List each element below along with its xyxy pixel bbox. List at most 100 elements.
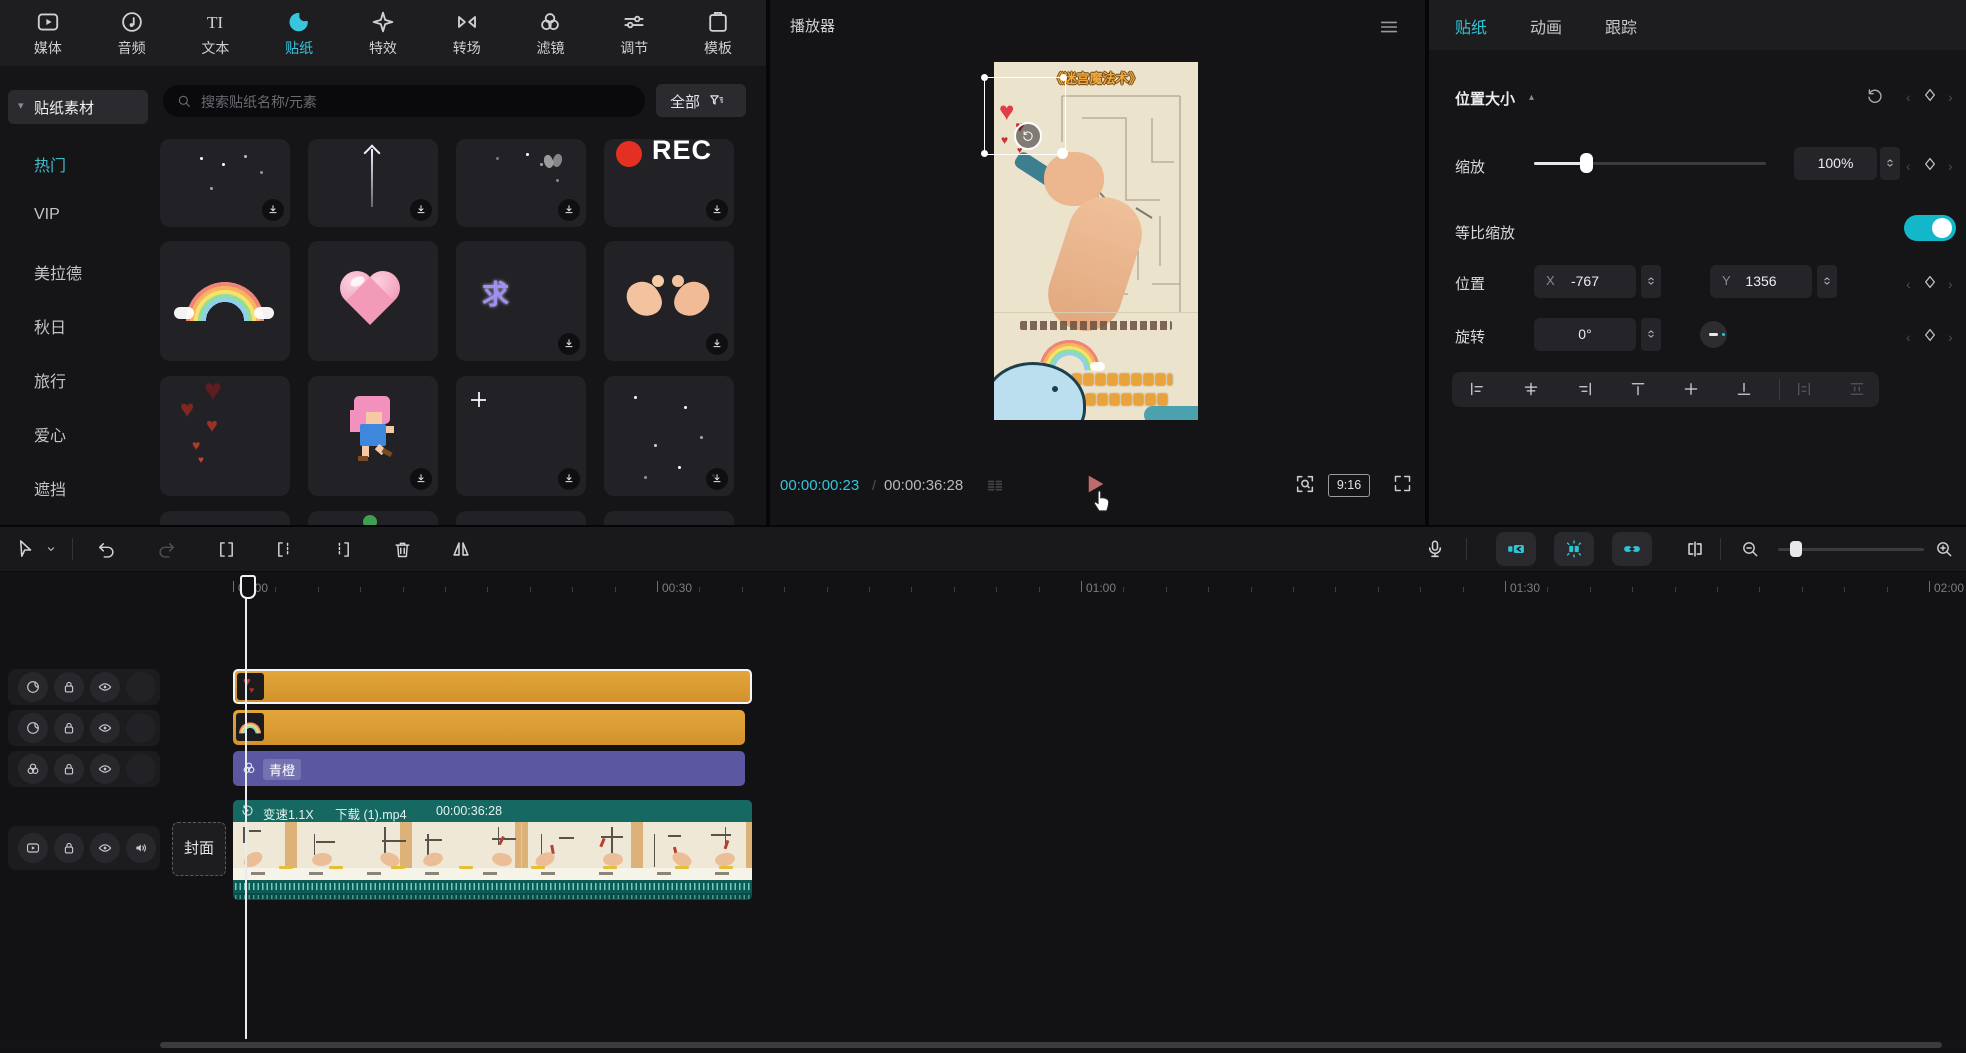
- lock-track-button[interactable]: [54, 713, 84, 743]
- toolbar-item-text[interactable]: TI文本: [201, 9, 229, 58]
- toolbar-item-audio[interactable]: 音频: [118, 9, 146, 58]
- sticker-track-icon[interactable]: [18, 672, 48, 702]
- position-y-stepper[interactable]: [1817, 265, 1837, 298]
- keyframe-prev-icon[interactable]: ‹: [1906, 330, 1911, 344]
- keyframe-diamond-icon[interactable]: [1921, 86, 1939, 104]
- mute-track-button[interactable]: [126, 833, 156, 863]
- auto-highlight-button[interactable]: [1554, 532, 1594, 566]
- split-button[interactable]: [216, 539, 237, 560]
- toolbar-item-transition[interactable]: 转场: [453, 9, 481, 58]
- toolbar-item-effects[interactable]: 特效: [369, 9, 397, 58]
- sticker-tile-partial[interactable]: [308, 511, 438, 525]
- scale-stepper[interactable]: [1880, 147, 1900, 180]
- sidebar-category-4[interactable]: 秋日: [34, 314, 66, 338]
- sidebar-category-5[interactable]: 旅行: [34, 368, 66, 392]
- reset-button[interactable]: [1865, 86, 1885, 106]
- sparkle-dots-sticker[interactable]: [160, 139, 290, 227]
- distribute-horizontal-button[interactable]: [1795, 380, 1813, 398]
- align-right-button[interactable]: [1576, 380, 1594, 398]
- tab-tracking[interactable]: 跟踪: [1605, 14, 1637, 38]
- keyframe-next-icon[interactable]: ›: [1948, 330, 1953, 344]
- sidebar-category-1[interactable]: 热门: [34, 152, 66, 176]
- rec-recording-sticker[interactable]: REC: [604, 139, 734, 227]
- lock-track-button[interactable]: [54, 754, 84, 784]
- player-menu-icon[interactable]: [1378, 16, 1400, 38]
- align-vertical-center-button[interactable]: [1682, 380, 1700, 398]
- frame-grid-icon[interactable]: [983, 475, 1007, 497]
- timeline-zoom-in-button[interactable]: [1934, 539, 1954, 559]
- download-icon[interactable]: [558, 333, 580, 355]
- keyframe-prev-icon[interactable]: ‹: [1906, 90, 1911, 104]
- select-tool-button[interactable]: [14, 538, 36, 560]
- toolbar-item-template[interactable]: 模板: [704, 9, 732, 58]
- keyframe-diamond-icon[interactable]: [1921, 273, 1939, 291]
- sticker-track-icon[interactable]: [18, 713, 48, 743]
- split-keep-left-button[interactable]: [274, 539, 295, 560]
- download-icon[interactable]: [262, 199, 284, 221]
- position-y-input[interactable]: Y 1356: [1710, 265, 1812, 298]
- split-keep-right-button[interactable]: [332, 539, 353, 560]
- scrollbar-thumb[interactable]: [160, 1042, 1942, 1048]
- sidebar-category-6[interactable]: 爱心: [34, 422, 66, 446]
- download-icon[interactable]: [706, 333, 728, 355]
- distribute-vertical-button[interactable]: [1848, 380, 1866, 398]
- download-icon[interactable]: [558, 199, 580, 221]
- tab-animation[interactable]: 动画: [1530, 14, 1562, 38]
- record-voiceover-button[interactable]: [1424, 538, 1446, 560]
- toolbar-item-sticker[interactable]: 贴纸: [285, 9, 313, 58]
- meteor-arrow-sticker[interactable]: [308, 139, 438, 227]
- selection-handle[interactable]: [981, 150, 988, 157]
- align-left-button[interactable]: [1468, 380, 1486, 398]
- sticker-tile-partial[interactable]: [456, 511, 586, 525]
- sticker-clip-selected[interactable]: ♥ ♥: [233, 669, 752, 704]
- position-x-input[interactable]: X -767: [1534, 265, 1636, 298]
- keyframe-next-icon[interactable]: ›: [1948, 159, 1953, 173]
- selection-handle[interactable]: [1057, 148, 1068, 159]
- toggle-visibility-button[interactable]: [90, 672, 120, 702]
- pixel-girl-sticker[interactable]: [308, 376, 438, 496]
- keyframe-next-icon[interactable]: ›: [1948, 277, 1953, 291]
- aspect-ratio-button[interactable]: 9:16: [1328, 474, 1370, 497]
- keyframe-diamond-icon[interactable]: [1921, 155, 1939, 173]
- lock-track-button[interactable]: [54, 833, 84, 863]
- sidebar-category-7[interactable]: 遮挡: [34, 476, 66, 500]
- align-horizontal-center-button[interactable]: [1522, 380, 1540, 398]
- keyframe-next-icon[interactable]: ›: [1948, 90, 1953, 104]
- playhead-line[interactable]: [245, 575, 247, 1039]
- toolbar-item-adjust[interactable]: 调节: [620, 9, 648, 58]
- butterfly-sparkle-sticker[interactable]: [456, 139, 586, 227]
- redo-button[interactable]: [156, 539, 177, 560]
- align-bottom-button[interactable]: [1735, 380, 1753, 398]
- qiu-text-sticker[interactable]: 求: [456, 241, 586, 361]
- download-icon[interactable]: [706, 468, 728, 490]
- filter-track-icon[interactable]: [18, 754, 48, 784]
- delete-button[interactable]: [392, 539, 413, 560]
- toggle-visibility-button[interactable]: [90, 833, 120, 863]
- search-input[interactable]: 搜索贴纸名称/元素: [163, 85, 645, 117]
- keyframe-prev-icon[interactable]: ‹: [1906, 159, 1911, 173]
- playhead-handle[interactable]: [240, 575, 256, 599]
- rotation-input[interactable]: 0°: [1534, 318, 1636, 351]
- star-dots-sticker[interactable]: [604, 376, 734, 496]
- preview-axis-button[interactable]: [1684, 538, 1706, 560]
- sidebar-category-2[interactable]: VIP: [34, 206, 60, 230]
- timeline-ruler[interactable]: 00:0000:3001:0001:3002:00: [0, 575, 1966, 603]
- sticker-tile-partial[interactable]: [160, 511, 290, 525]
- video-track-icon[interactable]: [18, 833, 48, 863]
- collapse-icon[interactable]: ▴: [1529, 92, 1534, 103]
- scale-slider-thumb[interactable]: [1580, 153, 1593, 173]
- toolbar-item-filter3[interactable]: 滤镜: [536, 9, 564, 58]
- position-x-stepper[interactable]: [1641, 265, 1661, 298]
- download-icon[interactable]: [706, 199, 728, 221]
- timeline-zoom-thumb[interactable]: [1790, 541, 1802, 557]
- cover-button[interactable]: 封面: [172, 822, 226, 876]
- undo-button[interactable]: [96, 539, 117, 560]
- download-icon[interactable]: [410, 199, 432, 221]
- selection-handle[interactable]: [981, 74, 988, 81]
- heart-hands-sticker[interactable]: [604, 241, 734, 361]
- sidebar-category-3[interactable]: 美拉德: [34, 260, 82, 284]
- toggle-visibility-button[interactable]: [90, 754, 120, 784]
- timeline-zoom-out-button[interactable]: [1740, 539, 1760, 559]
- rotation-stepper[interactable]: [1641, 318, 1661, 351]
- download-icon[interactable]: [410, 468, 432, 490]
